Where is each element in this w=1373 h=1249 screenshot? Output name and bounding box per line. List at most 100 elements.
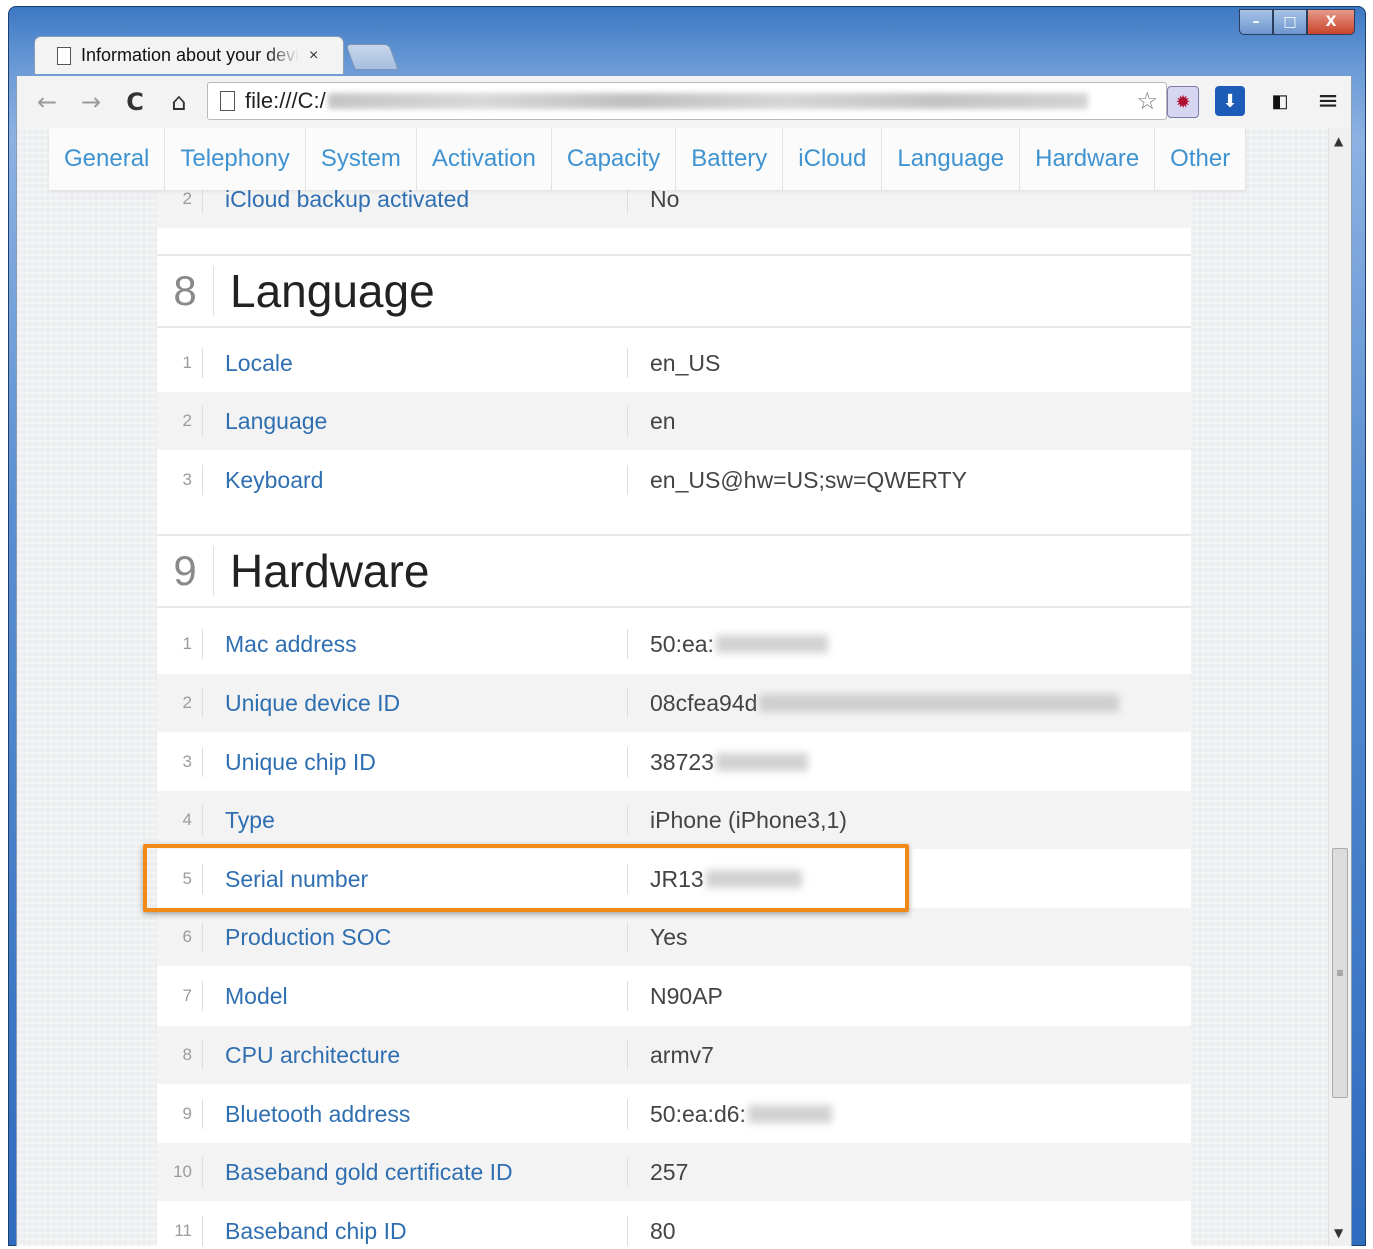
row-number: 1 [157,629,203,659]
close-window-button[interactable]: X [1307,9,1355,35]
home-icon[interactable]: ⌂ [163,86,195,118]
row-value-text: 08cfea94d [650,689,758,716]
row-value-text: 50:ea: [650,630,714,657]
row-value: en [650,407,676,434]
table-row: 10 Baseband gold certificate ID 257 [157,1143,1191,1201]
back-icon[interactable]: ← [31,86,63,118]
row-key: Unique device ID [203,688,628,718]
row-key: Keyboard [203,465,628,495]
table-row: 9 Bluetooth address 50:ea:d6: [157,1085,1191,1143]
row-number: 9 [157,1099,203,1129]
vertical-scrollbar[interactable]: ▲ ≡ ▼ [1328,128,1351,1246]
table-row: 7 Model N90AP [157,967,1191,1025]
row-number: 2 [157,688,203,718]
row-number: 8 [157,1040,203,1070]
row-key: Baseband gold certificate ID [203,1157,628,1187]
row-number: 10 [157,1157,203,1187]
row-value: 257 [650,1158,689,1185]
row-number: 11 [157,1216,203,1246]
tab-close-icon[interactable]: × [309,47,318,65]
section-nav: General Telephony System Activation Capa… [49,128,1247,190]
scroll-thumb[interactable]: ≡ [1332,848,1348,1098]
row-number: 4 [157,805,203,835]
device-icon[interactable]: ◧ [1265,86,1295,116]
browser-toolbar: ← → C ⌂ file:///C:/ ☆ ✹ ⬇ ◧ ≡ [16,76,1352,128]
window-controls: – □ X [1239,9,1355,35]
menu-icon[interactable]: ≡ [1313,86,1343,116]
nav-language[interactable]: Language [882,128,1021,190]
nav-hardware[interactable]: Hardware [1020,128,1156,190]
table-row: 1 Mac address 50:ea: [157,615,1191,673]
extension-icon[interactable]: ✹ [1167,86,1199,118]
table-row: 6 Production SOC Yes [157,908,1191,966]
row-key: Locale [203,348,628,378]
redacted-value [747,1105,832,1123]
row-value: Yes [650,923,688,950]
section-number: 9 [157,546,214,596]
table-row: 3 Unique chip ID 38723 [157,733,1191,791]
redacted-value [715,635,828,653]
info-content: 2 iCloud backup activated No 8 Language … [157,128,1191,1246]
row-value-text: 38723 [650,748,714,775]
reload-icon[interactable]: C [119,86,151,118]
row-value: 08cfea94d [628,689,1120,717]
row-key: Model [203,981,628,1011]
section-header-hardware: 9 Hardware [157,534,1191,608]
table-row: 2 Language en [157,392,1191,450]
row-number: 6 [157,922,203,952]
row-value-text: 50:ea:d6: [650,1100,746,1127]
redacted-value [759,694,1120,712]
page-icon [220,91,235,111]
nav-system[interactable]: System [306,128,417,190]
star-icon[interactable]: ☆ [1136,87,1158,116]
section-number: 8 [157,266,214,316]
tab-active[interactable]: Information about your device × [34,36,344,74]
nav-activation[interactable]: Activation [417,128,552,190]
row-value: iPhone (iPhone3,1) [650,806,847,833]
row-key: Bluetooth address [203,1099,628,1129]
table-row: 4 Type iPhone (iPhone3,1) [157,791,1191,849]
table-row: 3 Keyboard en_US@hw=US;sw=QWERTY [157,451,1191,509]
url-redacted [327,93,1088,109]
row-key: Unique chip ID [203,747,628,777]
forward-icon[interactable]: → [75,86,107,118]
nav-general[interactable]: General [49,128,166,190]
row-key: Language [203,406,628,436]
nav-battery[interactable]: Battery [676,128,784,190]
row-number: 3 [157,747,203,777]
redacted-value [715,753,808,771]
row-value: armv7 [650,1041,714,1068]
scroll-up-icon[interactable]: ▲ [1334,134,1343,148]
row-value: 50:ea: [628,631,828,658]
row-number: 7 [157,981,203,1011]
row-key: Production SOC [203,922,628,952]
tab-strip: Information about your device × [16,36,1373,76]
tab-title: Information about your device [81,45,299,65]
row-value: N90AP [650,982,723,1009]
row-value: en_US [650,349,721,376]
nav-telephony[interactable]: Telephony [165,128,306,190]
row-number: 3 [157,465,203,495]
row-value: 80 [650,1217,676,1244]
row-key: CPU architecture [203,1040,628,1070]
new-tab-button[interactable] [345,44,399,70]
row-key: Baseband chip ID [203,1216,628,1246]
nav-capacity[interactable]: Capacity [552,128,677,190]
download-icon[interactable]: ⬇ [1215,86,1245,116]
table-row: 11 Baseband chip ID 80 [157,1202,1191,1246]
row-value: 38723 [628,749,808,776]
row-key: Mac address [203,629,628,659]
url-text: file:///C:/ [245,88,326,113]
address-bar[interactable]: file:///C:/ ☆ [207,82,1167,120]
serial-number-highlight [143,844,909,912]
scroll-down-icon[interactable]: ▼ [1334,1226,1343,1240]
section-title: Language [230,265,435,317]
section-title: Hardware [230,545,430,597]
nav-other[interactable]: Other [1155,128,1247,190]
maximize-button[interactable]: □ [1273,9,1307,35]
minimize-button[interactable]: – [1239,9,1273,35]
row-value: en_US@hw=US;sw=QWERTY [650,466,967,493]
page-icon [57,46,71,65]
table-row: 2 Unique device ID 08cfea94d [157,674,1191,732]
nav-icloud[interactable]: iCloud [783,128,883,190]
